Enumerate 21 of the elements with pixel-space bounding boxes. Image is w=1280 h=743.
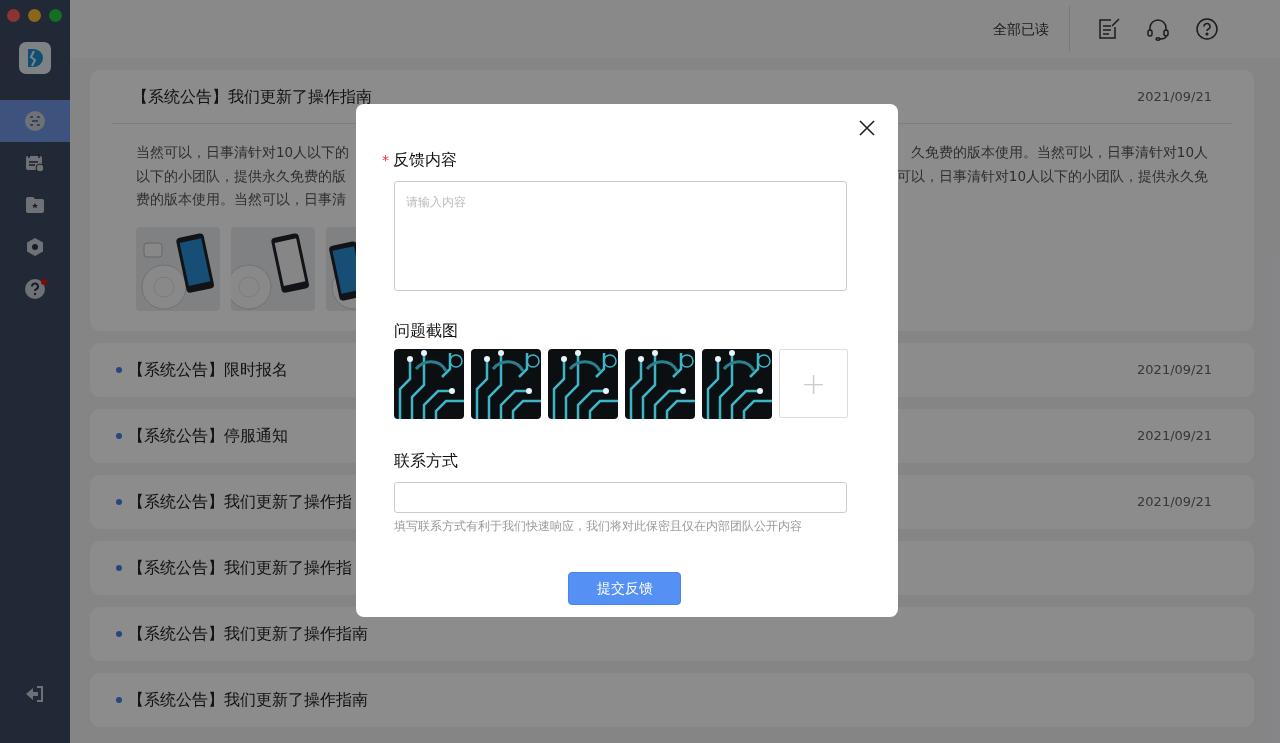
field-label: 问题截图: [394, 320, 459, 342]
announcement-title: 【系统公告】我们更新了操作指: [128, 490, 352, 513]
announcement-title: 【系统公告】我们更新了操作指南: [132, 85, 372, 108]
body-text: 费的版本使用。当然可以，日事清: [136, 190, 346, 209]
announcement-date: 2021/09/21: [1137, 360, 1212, 379]
field-label: 反馈内容: [393, 149, 457, 171]
body-text: 当然可以，日事清针对10人以下的: [136, 143, 350, 162]
required-mark: *: [382, 150, 389, 170]
announcement-date: 2021/09/21: [1137, 492, 1212, 511]
announcement-date: 2021/09/21: [1137, 426, 1212, 445]
announcement-date: 2021/09/21: [1137, 87, 1212, 106]
announcement-title: 【系统公告】我们更新了操作指: [128, 556, 352, 579]
announcement-title: 【系统公告】停服通知: [128, 424, 288, 447]
body-text: 可以，日事清针对10人以下的小团队，提供永久免: [896, 166, 1208, 186]
body-text: 久免费的版本使用。当然可以，日事清针对10人: [910, 143, 1208, 162]
announcement-title: 【系统公告】我们更新了操作指南: [128, 622, 368, 645]
announcement-title: 【系统公告】限时报名: [128, 358, 288, 381]
announcement-title: 【系统公告】我们更新了操作指南: [128, 688, 368, 711]
hint-text: 填写联系方式有利于我们快速响应，我们将对此保密且仅在内部团队公开内容: [394, 518, 803, 535]
body-text: 以下的小团队，提供永久免费的版: [136, 166, 346, 186]
field-label: 联系方式: [394, 450, 459, 472]
